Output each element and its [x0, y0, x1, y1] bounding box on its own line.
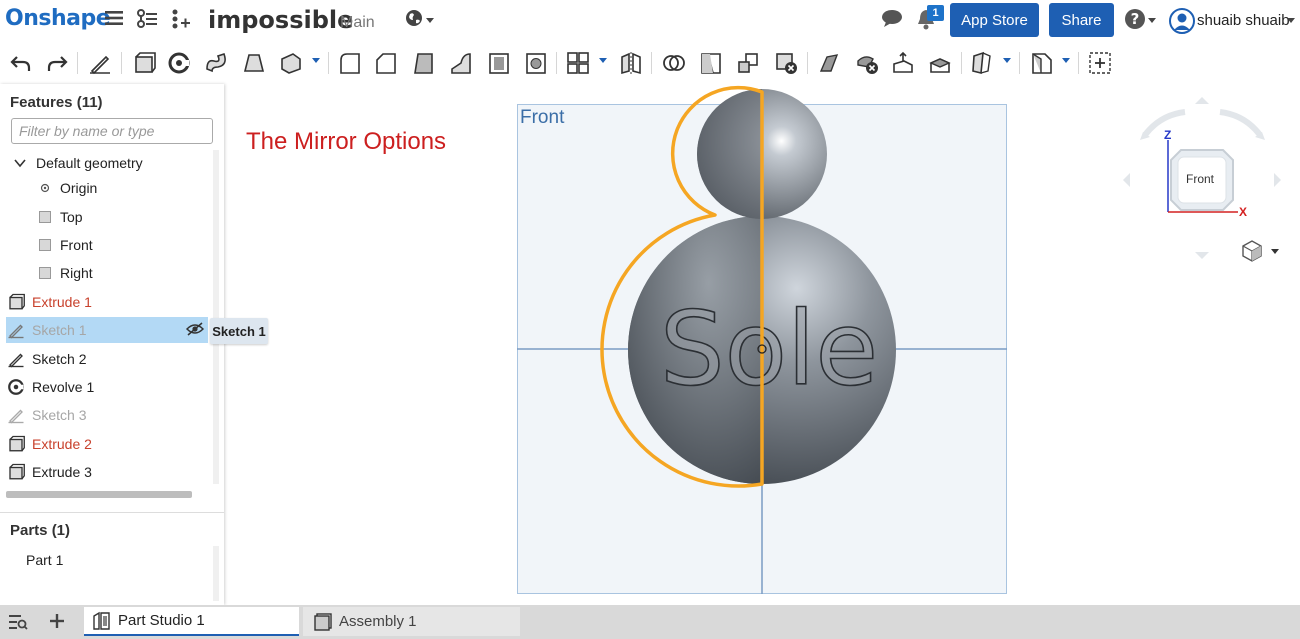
tab-label: Part Studio 1 — [118, 612, 205, 629]
axis-x-label: X — [1239, 205, 1248, 219]
tab-label: Assembly 1 — [339, 613, 417, 630]
assembly-icon — [313, 612, 333, 632]
model-viewport[interactable]: Sole — [0, 0, 1300, 639]
plane-label: Front — [520, 107, 565, 128]
small-sphere-left-half[interactable] — [697, 89, 762, 219]
view-cube-face-label[interactable]: Front — [1186, 172, 1214, 186]
part-studio-icon — [92, 611, 112, 631]
axis-z-label: Z — [1164, 128, 1172, 142]
tab-manager-icon[interactable] — [8, 613, 28, 636]
add-tab-icon[interactable] — [48, 612, 66, 635]
sole-text-feature[interactable]: Sole — [659, 289, 879, 410]
tab-bar: Part Studio 1 Assembly 1 — [0, 605, 1300, 639]
tab-part-studio-1[interactable]: Part Studio 1 — [84, 607, 299, 636]
tab-assembly-1[interactable]: Assembly 1 — [303, 607, 520, 636]
